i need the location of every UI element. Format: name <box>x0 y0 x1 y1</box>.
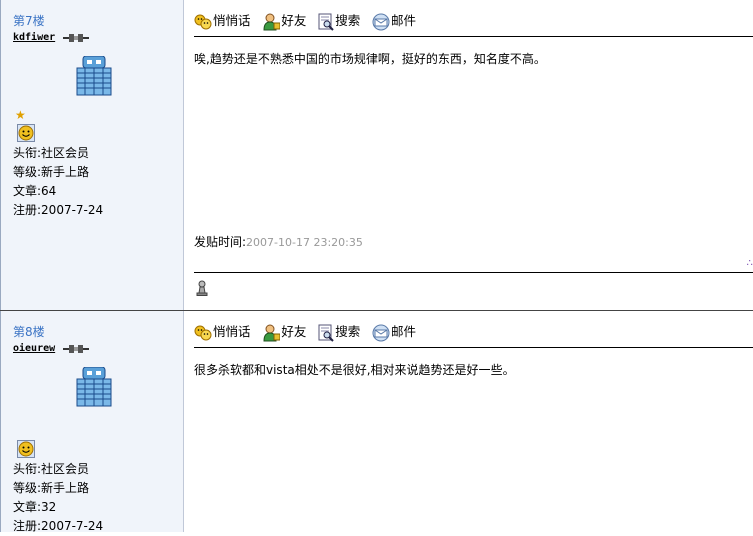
username-link[interactable]: oieurew <box>13 343 55 354</box>
whisper-icon <box>194 14 212 29</box>
post-content: 很多杀软都和vista相处不是很好,相对来说趋势还是好一些。 <box>194 363 515 377</box>
author-panel: 第7楼 kdfiwer ★ 头衔:社区会员 等级:新手上路 文章:64 注册:2… <box>0 0 183 311</box>
friend-button[interactable]: 好友 <box>262 321 306 342</box>
author-panel: 第8楼 oieurew 头衔:社区会员 等级:新手上路 文章:32 注册:200… <box>0 311 183 533</box>
mail-icon <box>372 324 390 341</box>
ip-pawn-icon[interactable] <box>196 280 208 296</box>
post-8: 第8楼 oieurew 头衔:社区会员 等级:新手上路 文章:32 注册:200… <box>0 311 753 533</box>
offline-plug-icon <box>63 345 89 353</box>
mood-smile-icon <box>17 440 35 458</box>
search-button[interactable]: 搜索 <box>318 10 360 31</box>
title-label: 头衔:社区会员 <box>13 146 90 160</box>
avatar <box>76 56 112 96</box>
posts-count: 文章:64 <box>13 184 57 198</box>
floor-label: 第8楼 <box>13 325 45 339</box>
mail-label: 邮件 <box>391 13 417 28</box>
title-label: 头衔:社区会员 <box>13 462 90 476</box>
register-date: 注册:2007-7-24 <box>13 203 104 217</box>
author-info: 头衔:社区会员 等级:新手上路 文章:32 注册:2007-7-24 <box>13 460 103 536</box>
add-friend-icon <box>263 324 281 341</box>
whisper-button[interactable]: 悄悄话 <box>194 10 251 31</box>
level-label: 等级:新手上路 <box>13 481 90 495</box>
friend-button[interactable]: 好友 <box>262 10 306 31</box>
post-body: 悄悄话 好友 搜索 <box>183 311 753 532</box>
post-7: 第7楼 kdfiwer ★ 头衔:社区会员 等级:新手上路 文章:64 注册:2… <box>0 0 753 311</box>
post-meta: 发贴时间:2007-10-17 23:20:35 <box>194 233 363 250</box>
posts-count: 文章:32 <box>13 500 57 514</box>
mail-label: 邮件 <box>391 324 417 339</box>
search-label: 搜索 <box>335 324 361 339</box>
whisper-button[interactable]: 悄悄话 <box>194 321 251 342</box>
post-toolbar: 悄悄话 好友 搜索 邮件 <box>194 321 424 342</box>
posted-label: 发贴时间: <box>194 235 247 249</box>
floor-label: 第7楼 <box>13 14 45 28</box>
toolbar-divider <box>194 36 753 37</box>
mood-smile-icon <box>17 124 35 142</box>
username-link[interactable]: kdfiwer <box>13 32 55 43</box>
whisper-label: 悄悄话 <box>213 324 251 339</box>
toolbar-divider <box>194 347 753 348</box>
search-doc-icon <box>318 324 334 342</box>
offline-plug-icon <box>63 34 89 42</box>
level-label: 等级:新手上路 <box>13 165 90 179</box>
mail-button[interactable]: 邮件 <box>372 10 416 31</box>
mail-icon <box>372 13 390 30</box>
avatar <box>76 367 112 407</box>
mail-button[interactable]: 邮件 <box>372 321 416 342</box>
friend-label: 好友 <box>281 13 307 28</box>
post-toolbar: 悄悄话 好友 搜索 邮件 <box>194 10 424 31</box>
friend-label: 好友 <box>281 324 307 339</box>
add-friend-icon <box>263 13 281 30</box>
corner-mark[interactable]: ∴ <box>747 258 753 269</box>
post-content: 唉,趋势还是不熟悉中国的市场规律啊，挺好的东西，知名度不高。 <box>194 52 546 66</box>
post-body: 悄悄话 好友 搜索 <box>183 0 753 311</box>
rank-star-icon: ★ <box>15 108 26 122</box>
search-doc-icon <box>318 13 334 31</box>
register-date: 注册:2007-7-24 <box>13 519 104 533</box>
footer-divider <box>194 272 753 273</box>
search-button[interactable]: 搜索 <box>318 321 360 342</box>
search-label: 搜索 <box>335 13 361 28</box>
whisper-label: 悄悄话 <box>213 13 251 28</box>
whisper-icon <box>194 325 212 340</box>
author-info: 头衔:社区会员 等级:新手上路 文章:64 注册:2007-7-24 <box>13 144 103 220</box>
posted-time: 2007-10-17 23:20:35 <box>246 236 363 249</box>
